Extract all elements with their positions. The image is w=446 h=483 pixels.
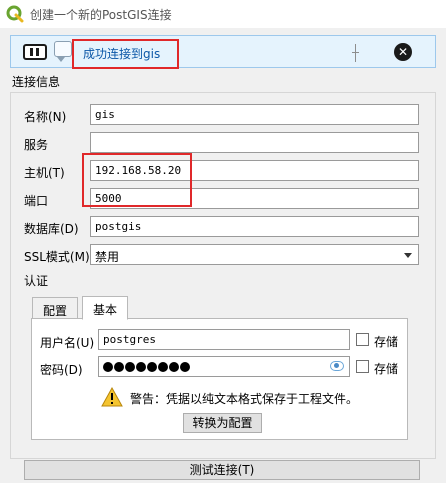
username-store-checkbox[interactable]	[356, 333, 369, 346]
auth-title: 认证	[24, 274, 49, 288]
service-input[interactable]	[90, 132, 419, 153]
password-label: 密码(D)	[40, 363, 83, 377]
message-bar: 成功连接到gis ✕	[10, 35, 436, 69]
warning-icon	[101, 387, 123, 407]
password-dot	[114, 362, 124, 372]
tab-config[interactable]: 配置	[32, 297, 79, 320]
username-store-label: 存储	[374, 335, 399, 349]
password-dot	[136, 362, 146, 372]
ssl-mode-label: SSL模式(M)	[24, 250, 90, 264]
password-dot	[180, 362, 190, 372]
host-label: 主机(T)	[24, 166, 65, 180]
password-dot	[169, 362, 179, 372]
database-label: 数据库(D)	[24, 222, 79, 236]
test-connection-button[interactable]: 测试连接(T)	[24, 460, 420, 480]
password-dot	[147, 362, 157, 372]
password-dot	[158, 362, 168, 372]
username-label: 用户名(U)	[40, 336, 95, 350]
convert-to-config-button[interactable]: 转换为配置	[183, 413, 262, 433]
pause-icon[interactable]	[23, 44, 47, 60]
password-store-label: 存储	[374, 362, 399, 376]
close-icon[interactable]: ✕	[394, 43, 412, 61]
host-port-highlight	[82, 153, 192, 207]
username-input[interactable]: postgres	[98, 329, 350, 350]
password-store-checkbox[interactable]	[356, 360, 369, 373]
name-label: 名称(N)	[24, 110, 67, 124]
eye-icon[interactable]	[330, 361, 344, 371]
connection-info-title: 连接信息	[12, 75, 61, 89]
window-title: 创建一个新的PostGIS连接	[30, 8, 172, 22]
service-label: 服务	[24, 138, 49, 152]
message-highlight	[72, 39, 179, 69]
chevron-down-icon	[404, 253, 412, 258]
title-bar: 创建一个新的PostGIS连接	[0, 0, 446, 28]
warning-text: 警告：凭据以纯文本格式保存于工程文件。	[130, 392, 359, 406]
port-label: 端口	[24, 194, 49, 208]
ssl-mode-select[interactable]: 禁用	[90, 244, 419, 265]
database-input[interactable]: postgis	[90, 216, 419, 237]
qgis-logo-icon	[6, 5, 24, 23]
message-bubble-icon	[54, 41, 72, 62]
ruler-icon	[349, 44, 363, 62]
name-input[interactable]: gis	[90, 104, 419, 125]
ssl-mode-value: 禁用	[95, 250, 120, 264]
password-dot	[125, 362, 135, 372]
tab-basic[interactable]: 基本	[82, 296, 129, 320]
password-mask	[103, 360, 345, 372]
password-input[interactable]	[98, 356, 350, 377]
password-dot	[103, 362, 113, 372]
